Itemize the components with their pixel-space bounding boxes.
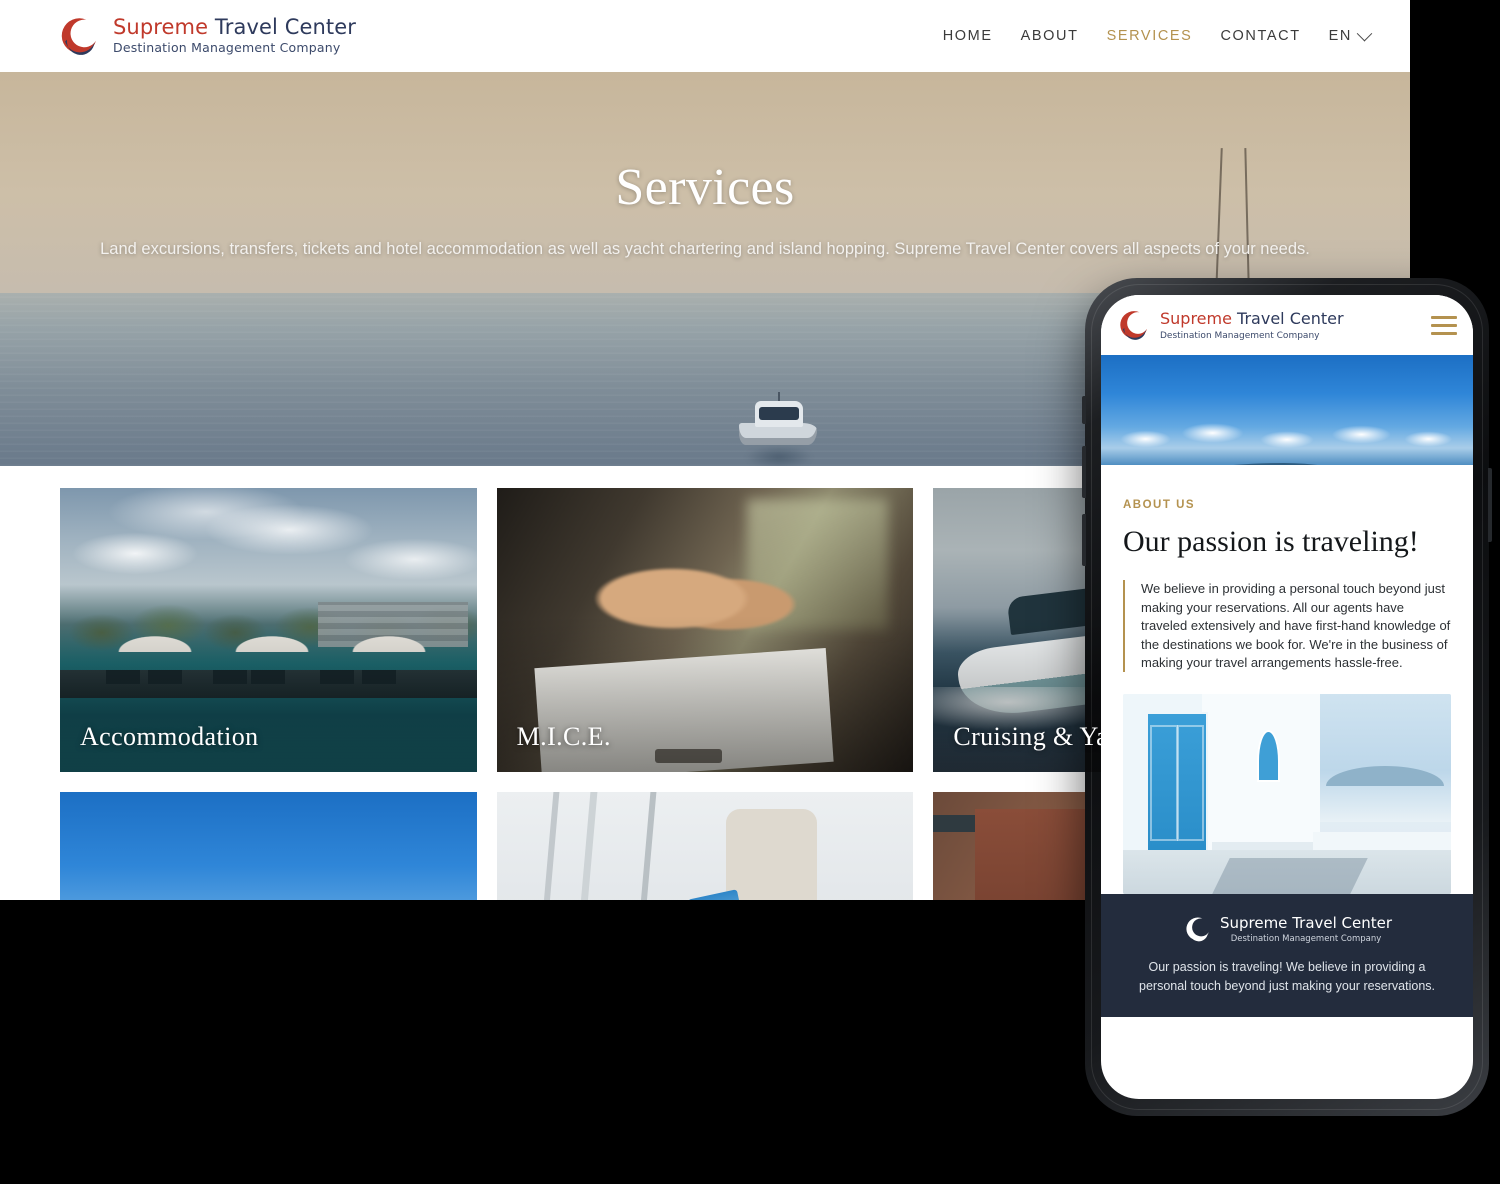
phone-silent-switch[interactable] [1082, 396, 1086, 424]
about-photo [1123, 694, 1451, 895]
footer-brand-name-part1: Supreme [1219, 914, 1288, 933]
blue-door [1145, 712, 1209, 853]
brand-name: Supreme Travel Center [113, 17, 356, 38]
boat-illustration [735, 392, 821, 466]
brand-tagline: Destination Management Company [113, 40, 341, 56]
service-card-label: Cruising & Ya [953, 722, 1109, 751]
service-card-label: M.I.C.E. [516, 722, 611, 751]
mobile-header: Supreme Travel Center Destination Manage… [1101, 295, 1473, 355]
brand-name-part1: Supreme [113, 15, 209, 40]
mobile-brand-text: Supreme Travel Center Destination Manage… [1160, 309, 1344, 341]
footer-brand-logo[interactable]: Supreme Travel Center Destination Manage… [1123, 914, 1451, 944]
phone-screen: Supreme Travel Center Destination Manage… [1101, 295, 1473, 1099]
crescent-swoosh-logo-icon [1115, 307, 1151, 343]
crescent-swoosh-logo-icon [1182, 914, 1212, 944]
mobile-footer: Supreme Travel Center Destination Manage… [1101, 894, 1473, 1017]
language-selector[interactable]: EN [1328, 25, 1373, 44]
footer-brand-name-part2: Travel Center [1287, 914, 1393, 933]
about-quote: We believe in providing a personal touch… [1123, 580, 1451, 673]
boat-mast [778, 392, 780, 401]
nav-item-services[interactable]: SERVICES [1107, 28, 1193, 44]
about-heading: Our passion is traveling! [1123, 525, 1419, 558]
language-label: EN [1328, 28, 1352, 44]
hero-subtitle: Land excursions, transfers, tickets and … [100, 240, 1310, 258]
photo-sky [1319, 694, 1451, 823]
page-title: Services [615, 159, 795, 216]
mobile-brand-name-part1: Supreme [1160, 309, 1232, 328]
chevron-down-icon [1356, 25, 1373, 41]
about-eyebrow: ABOUT US [1123, 499, 1196, 511]
brand-text: Supreme Travel Center Destination Manage… [113, 17, 356, 55]
service-card-transfers[interactable] [496, 792, 914, 900]
footer-brand-name: Supreme Travel Center [1220, 914, 1392, 932]
brand-logo[interactable]: Supreme Travel Center Destination Manage… [55, 13, 356, 59]
mobile-brand-name-part2: Travel Center [1231, 309, 1344, 328]
screenshot-stage: Supreme Travel Center Destination Manage… [0, 0, 1500, 1184]
mobile-brand-name: Supreme Travel Center [1160, 309, 1344, 328]
service-card-island-hopping[interactable] [60, 792, 477, 900]
mobile-about-section: ABOUT US Our passion is traveling! We be… [1101, 465, 1473, 895]
site-header: Supreme Travel Center Destination Manage… [0, 0, 1410, 72]
mobile-brand-logo[interactable]: Supreme Travel Center Destination Manage… [1115, 307, 1344, 343]
hamburger-bar [1431, 323, 1457, 327]
footer-description: Our passion is traveling! We believe in … [1139, 960, 1435, 993]
hero-clouds [1101, 421, 1473, 451]
nav-item-home[interactable]: HOME [943, 28, 993, 44]
phone-device-mockup: Supreme Travel Center Destination Manage… [1082, 278, 1492, 1116]
service-card-accommodation[interactable]: Accommodation [60, 488, 477, 772]
service-card-mice[interactable]: M.I.C.E. [496, 488, 914, 772]
main-navigation: HOME ABOUT SERVICES CONTACT EN [943, 25, 1378, 44]
hamburger-bar [1431, 331, 1457, 335]
photo-ledge [1313, 832, 1451, 851]
card-gradient-overlay [60, 792, 477, 900]
brand-name-part2: Travel Center [208, 15, 356, 40]
nav-item-contact[interactable]: CONTACT [1220, 28, 1300, 44]
hero-content: Services Land excursions, transfers, tic… [0, 72, 1410, 263]
hamburger-menu-icon[interactable] [1431, 311, 1457, 340]
hamburger-bar [1431, 315, 1457, 319]
footer-brand-tagline: Destination Management Company [1230, 934, 1382, 945]
service-card-label: Accommodation [80, 722, 259, 751]
boat-cabin [755, 401, 803, 427]
crescent-swoosh-logo-icon [55, 13, 101, 59]
nav-item-about[interactable]: ABOUT [1021, 28, 1079, 44]
phone-power-button[interactable] [1488, 468, 1492, 542]
photo-shadow [1212, 858, 1368, 895]
card-gradient-overlay [496, 792, 914, 900]
boat-reflection [745, 445, 813, 466]
mobile-brand-tagline: Destination Management Company [1160, 331, 1320, 341]
footer-brand-text: Supreme Travel Center Destination Manage… [1220, 914, 1392, 944]
about-card: ABOUT US Our passion is traveling! We be… [1123, 483, 1451, 895]
